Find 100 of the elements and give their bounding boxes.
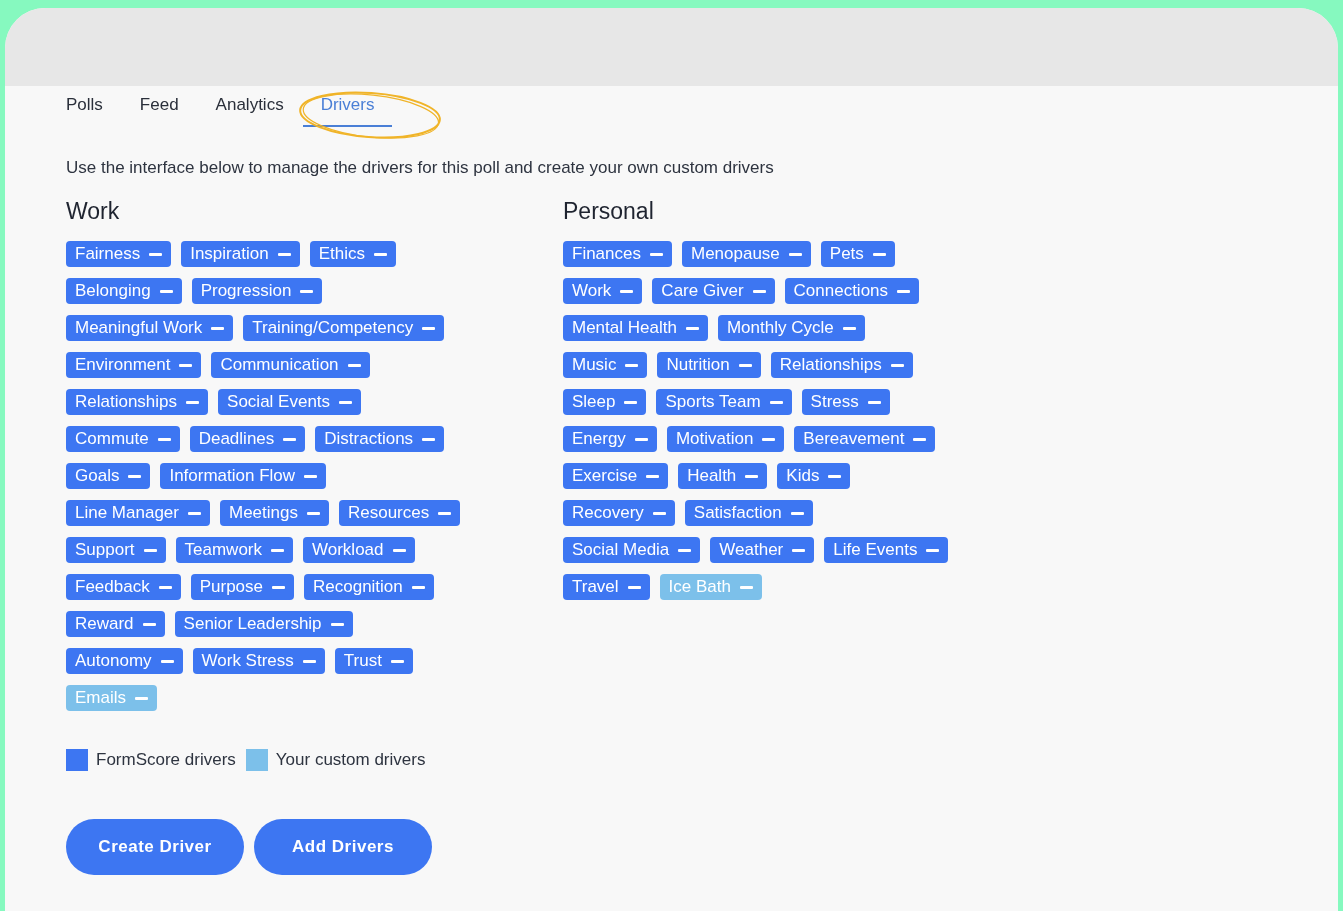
tab[interactable]: Feed [139,86,179,127]
driver-chip[interactable]: Sleep [563,389,647,415]
minus-icon[interactable] [179,363,193,367]
driver-chip[interactable]: Relationships [770,352,913,378]
action-button[interactable]: Create Driver [66,819,244,875]
driver-chip[interactable]: Resources [338,500,461,526]
minus-icon[interactable] [277,252,291,256]
driver-chip[interactable]: Support [66,537,166,563]
minus-icon[interactable] [339,400,353,404]
driver-chip[interactable]: Social Events [218,389,362,415]
driver-chip[interactable]: Menopause [682,241,811,267]
minus-icon[interactable] [624,400,638,404]
minus-icon[interactable] [347,363,361,367]
minus-icon[interactable] [159,289,173,293]
driver-chip[interactable]: Information Flow [160,463,327,489]
minus-icon[interactable] [652,511,666,515]
driver-chip[interactable]: Recognition [304,574,434,600]
minus-icon[interactable] [300,289,314,293]
driver-chip[interactable]: Connections [784,278,920,304]
driver-chip[interactable]: Ethics [309,241,396,267]
minus-icon[interactable] [745,474,759,478]
minus-icon[interactable] [792,548,806,552]
driver-chip[interactable]: Teamwork [175,537,293,563]
driver-chip[interactable]: Reward [66,611,165,637]
minus-icon[interactable] [304,474,318,478]
minus-icon[interactable] [646,474,660,478]
minus-icon[interactable] [769,400,783,404]
driver-chip[interactable]: Commute [66,426,180,452]
driver-chip[interactable]: Care Giver [652,278,775,304]
minus-icon[interactable] [627,585,641,589]
driver-chip[interactable]: Health [678,463,768,489]
driver-chip[interactable]: Sports Team [656,389,792,415]
driver-chip[interactable]: Belonging [66,278,182,304]
minus-icon[interactable] [872,252,886,256]
driver-chip[interactable]: Meaningful Work [66,315,234,341]
driver-chip[interactable]: Fairness [66,241,172,267]
driver-chip[interactable]: Environment [66,352,202,378]
minus-icon[interactable] [762,437,776,441]
driver-chip[interactable]: Weather [710,537,815,563]
driver-chip[interactable]: Goals [66,463,151,489]
driver-chip[interactable]: Line Manager [66,500,210,526]
minus-icon[interactable] [422,437,436,441]
minus-icon[interactable] [828,474,842,478]
driver-chip[interactable]: Distractions [315,426,445,452]
driver-chip[interactable]: Life Events [824,537,949,563]
minus-icon[interactable] [650,252,663,256]
driver-chip[interactable]: Meetings [219,500,329,526]
minus-icon[interactable] [788,252,802,256]
tab[interactable]: Analytics [215,86,284,127]
driver-chip[interactable]: Progression [191,278,323,304]
minus-icon[interactable] [390,659,404,663]
minus-icon[interactable] [752,289,766,293]
driver-chip[interactable]: Monthly Cycle [717,315,865,341]
minus-icon[interactable] [306,511,320,515]
minus-icon[interactable] [271,548,284,552]
minus-icon[interactable] [158,585,172,589]
driver-chip[interactable]: Music [563,352,648,378]
driver-chip[interactable]: Purpose [190,574,294,600]
driver-chip[interactable]: Nutrition [657,352,761,378]
driver-chip[interactable]: Social Media [563,537,701,563]
driver-chip[interactable]: Finances [563,241,672,267]
minus-icon[interactable] [926,548,940,552]
minus-icon[interactable] [128,474,142,478]
minus-icon[interactable] [790,511,804,515]
driver-chip[interactable]: Inspiration [181,241,300,267]
driver-chip[interactable]: Workload [303,537,415,563]
minus-icon[interactable] [187,511,201,515]
driver-chip[interactable]: Feedback [66,574,181,600]
minus-icon[interactable] [302,659,316,663]
driver-chip[interactable]: Trust [334,648,413,674]
minus-icon[interactable] [422,326,436,330]
driver-chip[interactable]: Deadlines [189,426,306,452]
minus-icon[interactable] [634,437,648,441]
minus-icon[interactable] [625,363,639,367]
tab[interactable]: Polls [66,86,103,127]
minus-icon[interactable] [272,585,285,589]
driver-chip[interactable]: Work Stress [192,648,325,674]
minus-icon[interactable] [330,622,344,626]
minus-icon[interactable] [283,437,297,441]
minus-icon[interactable] [211,326,225,330]
minus-icon[interactable] [149,252,163,256]
driver-chip[interactable]: Autonomy [66,648,183,674]
driver-chip[interactable]: Bereavement [794,426,936,452]
minus-icon[interactable] [142,622,156,626]
driver-chip[interactable]: Kids [777,463,851,489]
minus-icon[interactable] [438,511,452,515]
driver-chip[interactable]: Pets [820,241,895,267]
action-button[interactable]: Add Drivers [254,819,432,875]
minus-icon[interactable] [157,437,171,441]
driver-chip[interactable]: Work [563,278,643,304]
driver-chip[interactable]: Exercise [563,463,669,489]
driver-chip[interactable]: Travel [563,574,650,600]
driver-chip[interactable]: Communication [211,352,370,378]
minus-icon[interactable] [678,548,692,552]
driver-chip[interactable]: Satisfaction [684,500,813,526]
minus-icon[interactable] [186,400,200,404]
tab[interactable]: Drivers [302,86,393,127]
driver-chip[interactable]: Motivation [666,426,785,452]
minus-icon[interactable] [373,252,387,256]
minus-icon[interactable] [392,548,406,552]
